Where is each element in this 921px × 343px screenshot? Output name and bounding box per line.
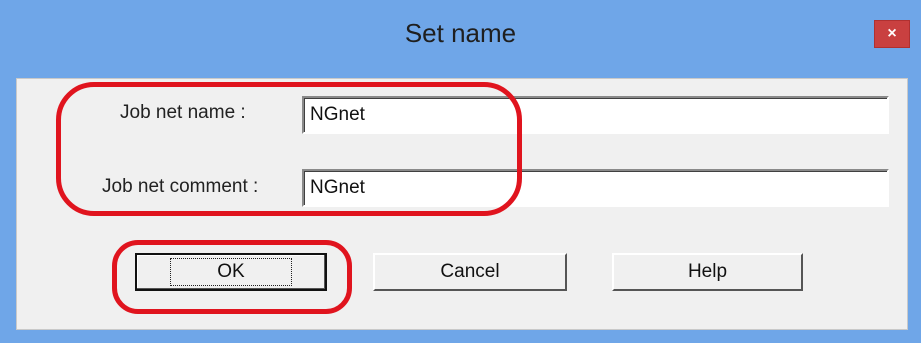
dialog-body: Job net name : Job net comment : OK Canc… <box>16 78 908 330</box>
help-button-label: Help <box>687 261 728 282</box>
job-net-name-label-text: Job net name : <box>120 102 246 123</box>
cancel-button[interactable]: Cancel <box>373 253 567 291</box>
cancel-button-label: Cancel <box>440 261 500 282</box>
help-button[interactable]: Help <box>612 253 803 291</box>
ok-button[interactable]: OK <box>135 253 327 291</box>
dialog-title: Set name <box>404 18 517 48</box>
title-bar[interactable]: Set name × <box>0 0 921 78</box>
job-net-comment-label: Job net comment : <box>102 176 258 198</box>
job-net-name-label: Job net name : <box>120 102 246 124</box>
job-net-comment-label-text: Job net comment : <box>102 176 259 197</box>
set-name-dialog: Set name × Job net name : Job net commen… <box>0 0 921 343</box>
ok-button-label: OK <box>170 258 292 286</box>
close-button[interactable]: × <box>874 20 910 48</box>
job-net-name-field[interactable] <box>302 96 889 134</box>
job-net-comment-field[interactable] <box>302 169 889 207</box>
close-icon: × <box>887 25 897 42</box>
